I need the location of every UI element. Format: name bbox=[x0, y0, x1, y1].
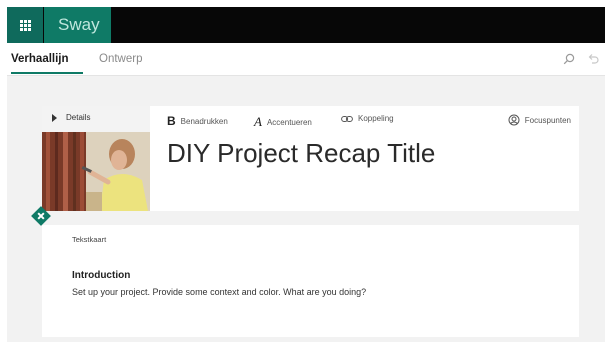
bold-icon: B bbox=[167, 114, 176, 128]
focus-points-icon bbox=[508, 114, 520, 126]
background-photo[interactable] bbox=[42, 132, 150, 211]
focus-points-button[interactable]: Focuspunten bbox=[508, 114, 571, 126]
sway-window: Sway Verhaallijn Ontwerp Details B Benad… bbox=[7, 7, 605, 342]
background-image-area[interactable]: Details bbox=[42, 106, 150, 211]
card-title-text[interactable]: DIY Project Recap Title bbox=[167, 138, 435, 169]
focus-points-label: Focuspunten bbox=[524, 115, 571, 125]
tab-design[interactable]: Ontwerp bbox=[99, 53, 142, 65]
search-icon[interactable] bbox=[563, 53, 575, 65]
text-card-body[interactable]: Set up your project. Provide some contex… bbox=[72, 287, 366, 297]
accent-button[interactable]: A Accentueren bbox=[254, 114, 312, 130]
link-label: Koppeling bbox=[358, 114, 394, 123]
tab-bar: Verhaallijn Ontwerp bbox=[7, 43, 605, 76]
caret-right-icon bbox=[52, 114, 57, 122]
waffle-icon bbox=[19, 19, 31, 31]
title-card[interactable]: Details B Benadrukken A Accentueren Kopp… bbox=[42, 106, 579, 211]
app-header: Sway bbox=[7, 7, 605, 43]
undo-icon[interactable] bbox=[587, 53, 599, 65]
accent-icon: A bbox=[254, 114, 262, 129]
storyline-canvas: Details B Benadrukken A Accentueren Kopp… bbox=[7, 76, 605, 342]
app-name[interactable]: Sway bbox=[44, 7, 111, 43]
accent-label: Accentueren bbox=[266, 117, 312, 127]
text-card-heading[interactable]: Introduction bbox=[72, 270, 130, 281]
app-launcher-button[interactable] bbox=[7, 7, 43, 43]
card-type-label: Tekstkaart bbox=[72, 235, 107, 244]
tab-storyline[interactable]: Verhaallijn bbox=[11, 53, 69, 65]
link-button[interactable]: Koppeling bbox=[341, 114, 394, 123]
link-icon bbox=[341, 115, 353, 122]
emphasize-button[interactable]: B Benadrukken bbox=[167, 114, 228, 128]
details-toggle[interactable]: Details bbox=[42, 106, 150, 132]
text-card[interactable]: Tekstkaart Introduction Set up your proj… bbox=[42, 225, 579, 337]
active-tab-indicator bbox=[11, 72, 83, 74]
details-label: Details bbox=[66, 113, 91, 122]
emphasize-label: Benadrukken bbox=[180, 116, 228, 126]
